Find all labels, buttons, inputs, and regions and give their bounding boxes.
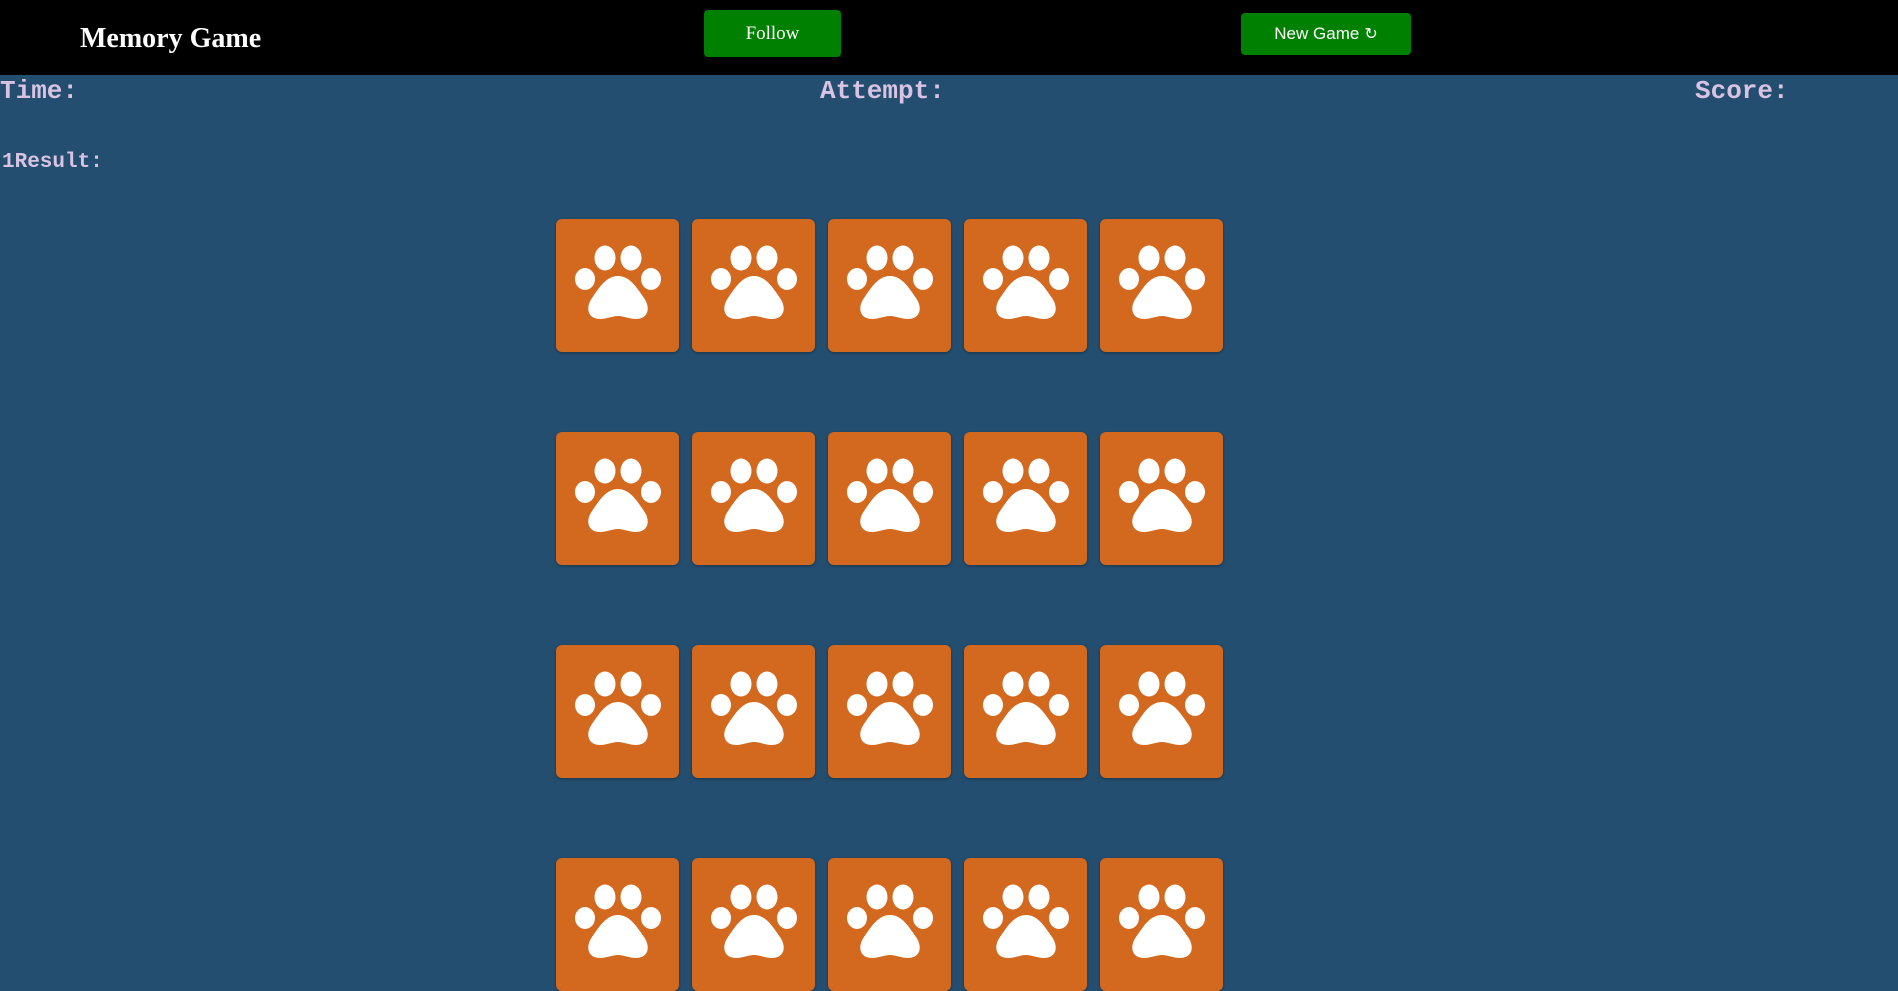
paw-icon bbox=[1118, 884, 1205, 958]
memory-card[interactable] bbox=[556, 858, 679, 991]
memory-card[interactable] bbox=[828, 858, 951, 991]
memory-card[interactable] bbox=[1100, 432, 1223, 565]
follow-button-label: Follow bbox=[745, 22, 800, 44]
memory-card[interactable] bbox=[964, 219, 1087, 352]
follow-button[interactable]: Follow bbox=[704, 10, 841, 57]
paw-icon bbox=[710, 245, 797, 319]
memory-card[interactable] bbox=[828, 432, 951, 565]
memory-card[interactable] bbox=[692, 858, 815, 991]
paw-icon bbox=[846, 245, 933, 319]
time-label: Time: bbox=[0, 76, 79, 106]
memory-card[interactable] bbox=[1100, 645, 1223, 778]
paw-icon bbox=[846, 671, 933, 745]
paw-icon bbox=[982, 458, 1069, 532]
memory-card[interactable] bbox=[692, 432, 815, 565]
paw-icon bbox=[574, 671, 661, 745]
attempt-label: Attempt: bbox=[820, 76, 945, 106]
paw-icon bbox=[710, 884, 797, 958]
memory-card[interactable] bbox=[828, 219, 951, 352]
paw-icon bbox=[1118, 458, 1205, 532]
paw-icon bbox=[982, 884, 1069, 958]
paw-icon bbox=[574, 458, 661, 532]
memory-card[interactable] bbox=[556, 432, 679, 565]
result-label: 1Result: bbox=[2, 151, 103, 174]
paw-icon bbox=[1118, 245, 1205, 319]
refresh-icon: ↻ bbox=[1364, 26, 1378, 43]
new-game-button-label: New Game bbox=[1274, 24, 1360, 43]
paw-icon bbox=[574, 245, 661, 319]
memory-card[interactable] bbox=[964, 432, 1087, 565]
memory-card[interactable] bbox=[964, 645, 1087, 778]
score-label: Score: bbox=[1695, 76, 1789, 106]
new-game-button[interactable]: New Game ↻ bbox=[1241, 13, 1411, 55]
paw-icon bbox=[982, 671, 1069, 745]
memory-card[interactable] bbox=[1100, 219, 1223, 352]
paw-icon bbox=[846, 458, 933, 532]
paw-icon bbox=[710, 671, 797, 745]
paw-icon bbox=[846, 884, 933, 958]
memory-card[interactable] bbox=[692, 219, 815, 352]
paw-icon bbox=[1118, 671, 1205, 745]
memory-card[interactable] bbox=[1100, 858, 1223, 991]
memory-card[interactable] bbox=[556, 645, 679, 778]
paw-icon bbox=[574, 884, 661, 958]
memory-card[interactable] bbox=[828, 645, 951, 778]
paw-icon bbox=[982, 245, 1069, 319]
memory-card[interactable] bbox=[556, 219, 679, 352]
paw-icon bbox=[710, 458, 797, 532]
top-bar: Memory Game Follow New Game ↻ bbox=[0, 0, 1898, 75]
memory-card[interactable] bbox=[964, 858, 1087, 991]
game-title: Memory Game bbox=[80, 23, 262, 54]
memory-card[interactable] bbox=[692, 645, 815, 778]
